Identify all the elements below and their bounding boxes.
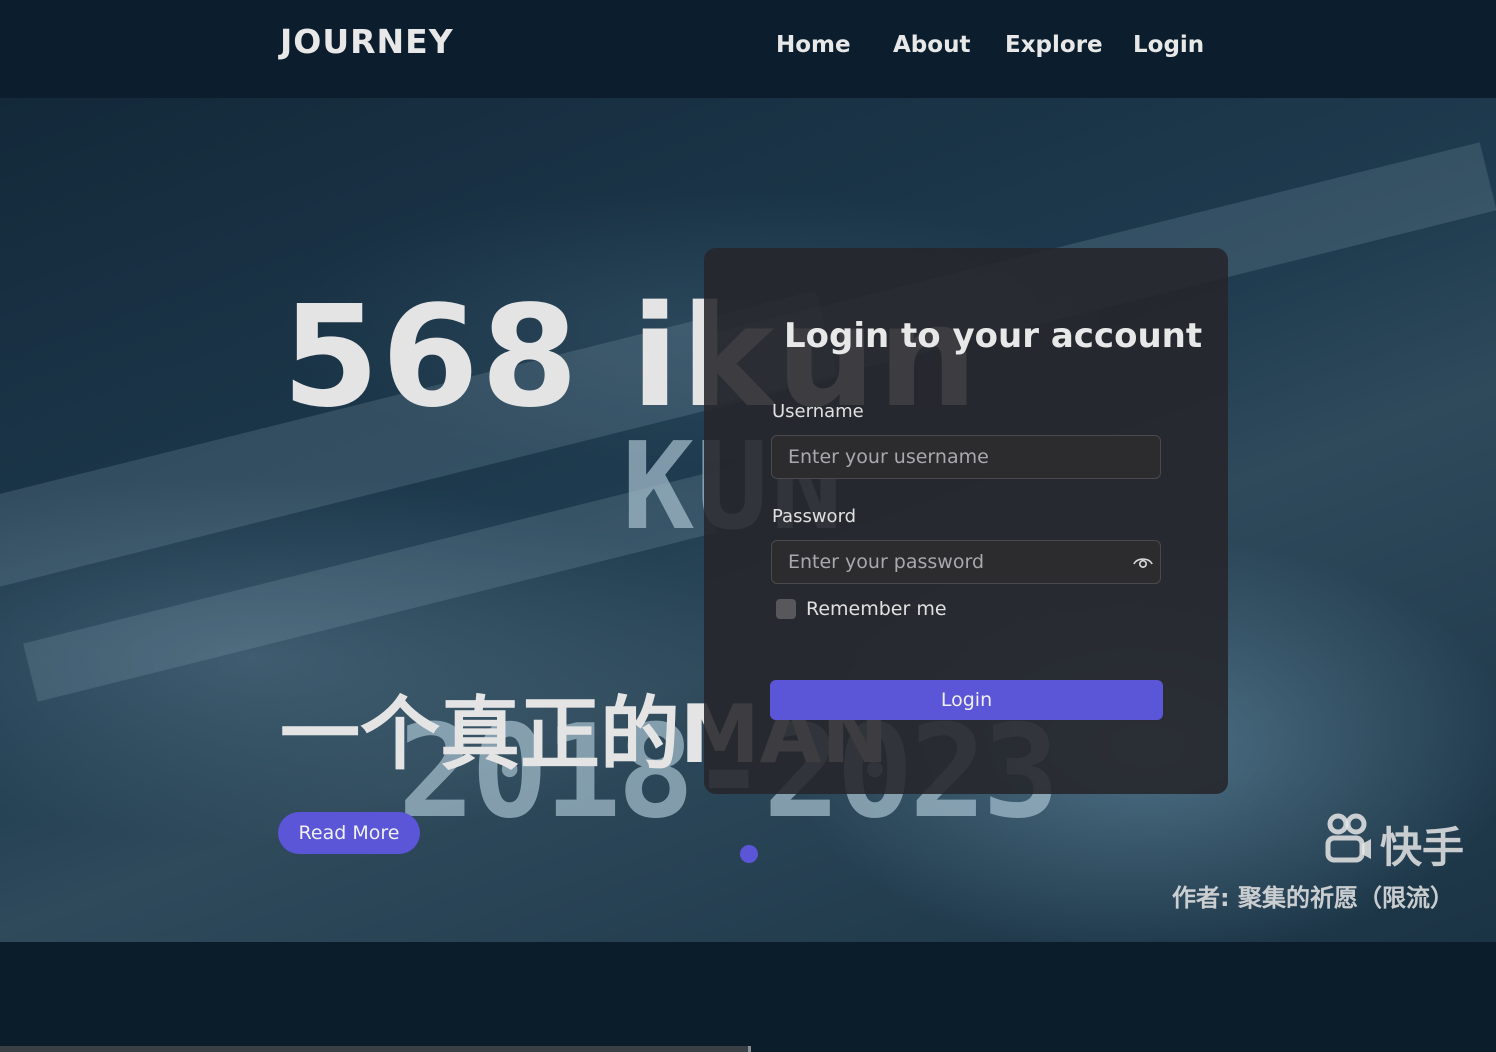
login-form: Login to your account Username Password …: [704, 248, 1228, 794]
carousel-dot-active[interactable]: [740, 845, 758, 863]
nav-link-home[interactable]: Home: [776, 32, 851, 58]
password-input[interactable]: [772, 541, 1160, 583]
watermark-brand: 快手: [1380, 823, 1465, 872]
eye-icon[interactable]: [1132, 552, 1154, 574]
horizontal-scrollbar-track[interactable]: [0, 1046, 748, 1052]
brand-logo[interactable]: JOURNEY: [280, 22, 454, 61]
read-more-button[interactable]: Read More: [278, 812, 420, 854]
login-submit-button[interactable]: Login: [770, 680, 1163, 720]
remember-me-label[interactable]: Remember me: [806, 598, 947, 620]
login-heading: Login to your account: [784, 316, 1203, 356]
scrollbar-divider: [748, 1046, 751, 1052]
kuaishou-logo-icon: [1325, 813, 1371, 863]
password-label: Password: [772, 506, 857, 527]
navbar: JOURNEY Home About Explore Login: [0, 0, 1496, 98]
nav-link-about[interactable]: About: [893, 32, 970, 58]
remember-me-checkbox[interactable]: [776, 599, 796, 619]
username-label: Username: [772, 401, 864, 422]
nav-link-explore[interactable]: Explore: [1005, 32, 1103, 58]
username-input[interactable]: [772, 436, 1160, 478]
username-field-wrapper: [771, 435, 1161, 479]
nav-link-login[interactable]: Login: [1133, 32, 1204, 58]
password-field-wrapper: [771, 540, 1161, 584]
watermark-author: 作者: 聚集的祈愿（限流）: [1172, 884, 1454, 912]
